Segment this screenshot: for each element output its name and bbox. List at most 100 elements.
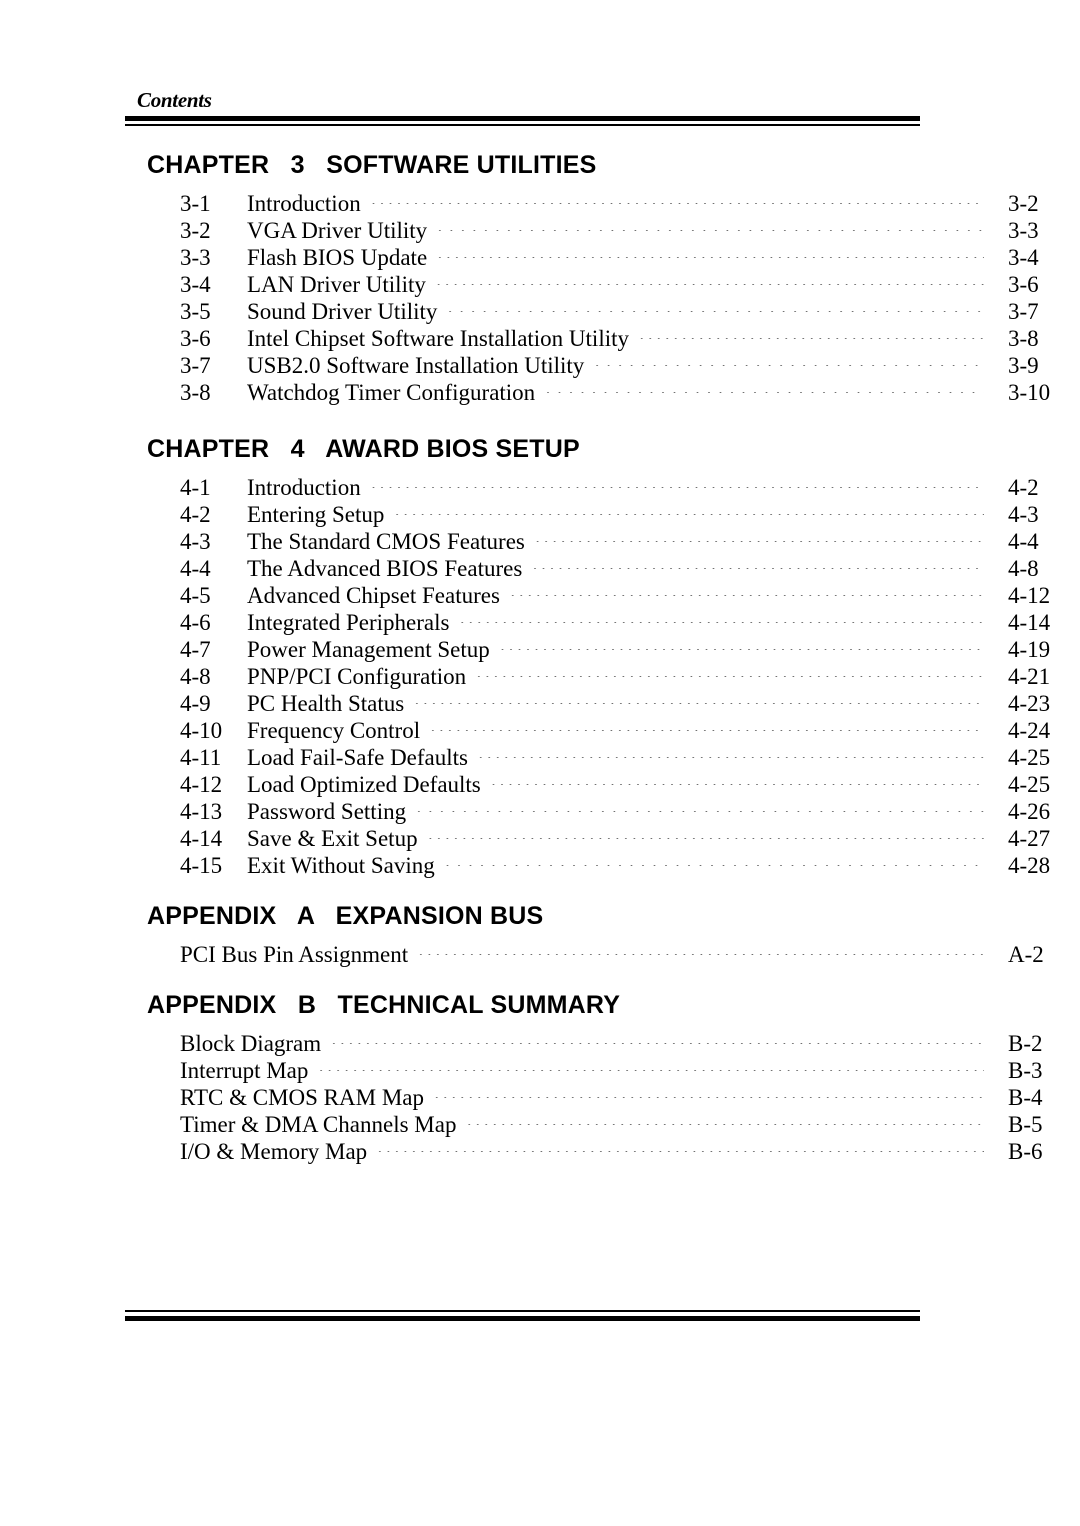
toc-dot-leader-dots: ........................................…	[416, 802, 984, 812]
toc-dot-leader: ........................................…	[445, 846, 984, 873]
toc-entry[interactable]: 4-11 Load Fail-Safe Defaults.............…	[0, 738, 1080, 770]
toc-dot-leader: ........................................…	[594, 346, 984, 373]
toc-entry-number: 4-8	[180, 664, 211, 689]
toc-entry-number: 4-1	[180, 475, 211, 500]
toc-dot-leader: ........................................…	[491, 765, 984, 792]
toc-entry[interactable]: 3-2 VGA Driver Utility...................…	[0, 211, 1080, 243]
toc-entry-number: 4-6	[180, 610, 211, 635]
toc-entry[interactable]: 4-13 Password Setting....................…	[0, 792, 1080, 824]
toc-entry-page: 4-4	[1008, 529, 1039, 554]
toc-dot-leader: ........................................…	[535, 522, 984, 549]
toc-dot-leader-dots: ........................................…	[331, 1034, 984, 1044]
toc-dot-leader: ........................................…	[394, 495, 984, 522]
toc-entry-title: Sound Driver Utility	[247, 299, 438, 324]
toc-entry-number: 4-2	[180, 502, 211, 527]
toc-dot-leader: ........................................…	[500, 630, 984, 657]
toc-dot-leader-dots: ........................................…	[394, 505, 984, 515]
toc-dot-leader: ........................................…	[545, 373, 984, 400]
toc-entry-title: VGA Driver Utility	[247, 218, 428, 243]
toc-dot-leader-dots: ........................................…	[491, 775, 984, 785]
toc-entry[interactable]: 4-4 The Advanced BIOS Features...........…	[0, 549, 1080, 581]
toc-entry-page: 3-8	[1008, 326, 1039, 351]
toc-entry-title: Frequency Control	[247, 718, 421, 743]
toc-dot-leader: ........................................…	[466, 1105, 984, 1132]
toc-dot-leader-dots: ........................................…	[318, 1061, 984, 1071]
toc-section: CHAPTER 3 SOFTWARE UTILITIES 3-1 Introduct…	[0, 150, 1080, 405]
toc-entry[interactable]: Timer & DMA Channels Map................…	[0, 1105, 1080, 1137]
toc-entry-list: Block Diagram...........................…	[0, 1024, 1080, 1164]
toc-entry-page: 4-12	[1008, 583, 1051, 608]
toc-entry-title: Flash BIOS Update	[247, 245, 428, 270]
toc-dot-leader: ........................................…	[459, 603, 984, 630]
toc-entry-title: Introduction	[247, 475, 361, 500]
toc-entry-title: Interrupt Map	[180, 1058, 309, 1083]
toc-entry-list: 3-1 Introduction.........................…	[0, 184, 1080, 405]
toc-entry[interactable]: 4-8PNP/PCI Configuration................…	[0, 657, 1080, 689]
toc-dot-leader: ........................................…	[414, 684, 984, 711]
toc-entry-page: 4-24	[1008, 718, 1051, 743]
toc-entry-page: 4-2	[1008, 475, 1039, 500]
toc-entry-page: B-2	[1008, 1031, 1043, 1056]
toc-dot-leader-dots: ........................................…	[532, 559, 984, 569]
toc-entry-title: Power Management Setup	[247, 637, 490, 662]
toc-entry[interactable]: 4-1 Introduction.........................…	[0, 468, 1080, 500]
toc-entry[interactable]: I/O & Memory Map........................…	[0, 1132, 1080, 1164]
toc-entry-page: 4-28	[1008, 853, 1051, 878]
toc-entry[interactable]: PCI Bus Pin Assignment..................…	[0, 935, 1080, 967]
toc-dot-leader: ........................................…	[476, 657, 984, 684]
toc-entry[interactable]: Interrupt Map...........................…	[0, 1051, 1080, 1083]
toc-entry-number: 4-7	[180, 637, 211, 662]
toc-dot-leader-dots: ........................................…	[430, 721, 984, 731]
toc-entry[interactable]: Block Diagram...........................…	[0, 1024, 1080, 1056]
toc-dot-leader-dots: ........................................…	[535, 532, 984, 542]
toc-dot-leader: ........................................…	[436, 265, 984, 292]
toc-dot-leader-dots: ........................................…	[437, 221, 984, 231]
toc-entry-number: 3-3	[180, 245, 211, 270]
toc-entry-title: Integrated Peripherals	[247, 610, 450, 635]
toc-entry[interactable]: 4-14 Save & Exit Setup...................…	[0, 819, 1080, 851]
toc-entry[interactable]: 3-3 Flash BIOS Update....................…	[0, 238, 1080, 270]
toc-dot-leader: ........................................…	[639, 319, 984, 346]
toc-entry[interactable]: 3-6 Intel Chipset Software Installation U…	[0, 319, 1080, 351]
toc-entry-page: 3-2	[1008, 191, 1039, 216]
toc-entry-number: 4-9	[180, 691, 211, 716]
header-rule-thin	[125, 124, 920, 126]
toc-entry-title: Block Diagram	[180, 1031, 322, 1056]
toc-dot-leader: ........................................…	[331, 1024, 984, 1051]
toc-entry[interactable]: 4-10 Frequency Control...................…	[0, 711, 1080, 743]
toc-entry[interactable]: 3-4 LAN Driver Utility...................…	[0, 265, 1080, 297]
toc-entry-number: 3-1	[180, 191, 211, 216]
toc-dot-leader: ........................................…	[428, 819, 984, 846]
toc-entry-page: 4-26	[1008, 799, 1051, 824]
toc-entry-title: The Advanced BIOS Features	[247, 556, 523, 581]
toc-entry[interactable]: 4-3 The Standard CMOS Features...........…	[0, 522, 1080, 554]
section-heading: APPENDIX A EXPANSION BUS	[147, 902, 544, 930]
toc-entry-number: 3-8	[180, 380, 211, 405]
toc-entry[interactable]: 3-1 Introduction.........................…	[0, 184, 1080, 216]
toc-dot-leader-dots: ........................................…	[639, 329, 984, 339]
toc-entry[interactable]: 3-5 Sound Driver Utility.................…	[0, 292, 1080, 324]
toc-entry-number: 3-4	[180, 272, 211, 297]
toc-dot-leader: ........................................…	[532, 549, 984, 576]
footer-rule-thick	[125, 1316, 920, 1321]
toc-dot-leader-dots: ........................................…	[476, 667, 984, 677]
toc-entry[interactable]: RTC & CMOS RAM Map......................…	[0, 1078, 1080, 1110]
toc-entry[interactable]: 4-12Load Optimized Defaults.............…	[0, 765, 1080, 797]
toc-entry-page: 3-10	[1008, 380, 1051, 405]
toc-entry[interactable]: 4-6 Integrated Peripherals...............…	[0, 603, 1080, 635]
toc-entry[interactable]: 4-7 Power Management Setup...............…	[0, 630, 1080, 662]
toc-entry[interactable]: 4-5Advanced Chipset Features............…	[0, 576, 1080, 608]
toc-dot-leader-dots: ........................................…	[459, 613, 984, 623]
toc-dot-leader-dots: ........................................…	[434, 1088, 984, 1098]
toc-entry[interactable]: 4-2 Entering Setup.......................…	[0, 495, 1080, 527]
toc-entry[interactable]: 4-15 Exit Without Saving.................…	[0, 846, 1080, 878]
toc-entry-number: 4-13	[180, 799, 223, 824]
toc-dot-leader: ........................................…	[318, 1051, 984, 1078]
toc-entry-page: 3-6	[1008, 272, 1039, 297]
toc-dot-leader: ........................................…	[434, 1078, 984, 1105]
toc-entry-list: PCI Bus Pin Assignment..................…	[0, 935, 1080, 967]
toc-entry[interactable]: 4-9 PC Health Status.....................…	[0, 684, 1080, 716]
toc-entry-title: PCI Bus Pin Assignment	[180, 942, 409, 967]
